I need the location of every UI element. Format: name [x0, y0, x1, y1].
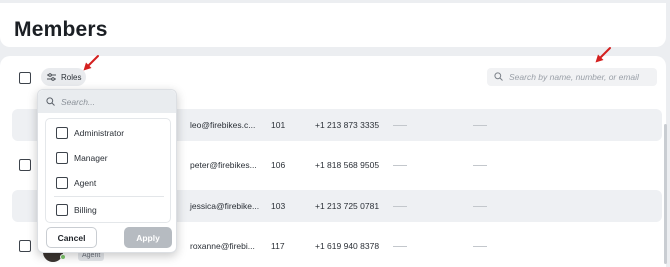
- role-option-billing[interactable]: Billing: [56, 204, 97, 216]
- empty-value-dash: [473, 125, 487, 126]
- role-checkbox[interactable]: [56, 204, 68, 216]
- header-card: Members: [0, 3, 666, 47]
- roles-filter-label: Roles: [61, 72, 82, 82]
- empty-value-dash: [393, 246, 407, 247]
- row-extension: 103: [271, 201, 286, 211]
- role-option-label: Billing: [74, 205, 97, 215]
- row-extension: 117: [271, 241, 285, 251]
- row-email: peter@firebikes...: [190, 160, 257, 170]
- empty-value-dash: [473, 246, 487, 247]
- roles-dropdown: Administrator Manager Agent Billing Canc…: [37, 89, 177, 253]
- role-option-manager[interactable]: Manager: [56, 152, 108, 164]
- member-search-input[interactable]: [509, 72, 657, 82]
- row-phone: +1 619 940 8378: [315, 241, 380, 251]
- row-extension: 101: [271, 120, 286, 130]
- annotation-arrow-icon: [595, 47, 611, 63]
- empty-value-dash: [393, 165, 407, 166]
- role-checkbox[interactable]: [56, 127, 68, 139]
- scrollbar[interactable]: [664, 124, 667, 264]
- role-option-agent[interactable]: Agent: [56, 177, 96, 189]
- filter-sliders-icon: [47, 73, 56, 81]
- row-phone: +1 213 873 3335: [315, 120, 380, 130]
- empty-value-dash: [393, 206, 407, 207]
- search-icon: [46, 93, 55, 111]
- empty-value-dash: [473, 165, 487, 166]
- roles-search-box[interactable]: [38, 90, 176, 113]
- empty-value-dash: [393, 125, 407, 126]
- role-option-administrator[interactable]: Administrator: [56, 127, 124, 139]
- row-email: roxanne@firebi...: [190, 241, 255, 251]
- row-phone: +1 213 725 0781: [315, 201, 380, 211]
- role-checkbox[interactable]: [56, 152, 68, 164]
- member-search-box[interactable]: [487, 68, 657, 86]
- role-option-label: Agent: [74, 178, 97, 188]
- row-phone: +1 818 568 9505: [315, 160, 380, 170]
- role-option-label: Manager: [74, 153, 108, 163]
- search-icon: [494, 68, 503, 86]
- roles-search-input[interactable]: [61, 96, 171, 107]
- annotation-arrow-icon: [83, 55, 99, 71]
- divider: [54, 196, 164, 197]
- apply-button[interactable]: Apply: [124, 227, 172, 248]
- select-all-checkbox[interactable]: [19, 72, 31, 84]
- roles-filter-button[interactable]: Roles: [41, 68, 86, 86]
- row-email: jessica@firebike...: [190, 201, 260, 211]
- empty-value-dash: [473, 206, 487, 207]
- row-email: leo@firebikes.c...: [190, 120, 256, 130]
- roles-option-list: Administrator Manager Agent Billing: [45, 118, 171, 223]
- online-status-dot: [60, 254, 66, 260]
- role-option-label: Administrator: [74, 128, 125, 138]
- role-checkbox[interactable]: [56, 177, 68, 189]
- page-title: Members: [14, 18, 108, 41]
- row-extension: 106: [271, 160, 286, 170]
- cancel-button[interactable]: Cancel: [46, 227, 97, 248]
